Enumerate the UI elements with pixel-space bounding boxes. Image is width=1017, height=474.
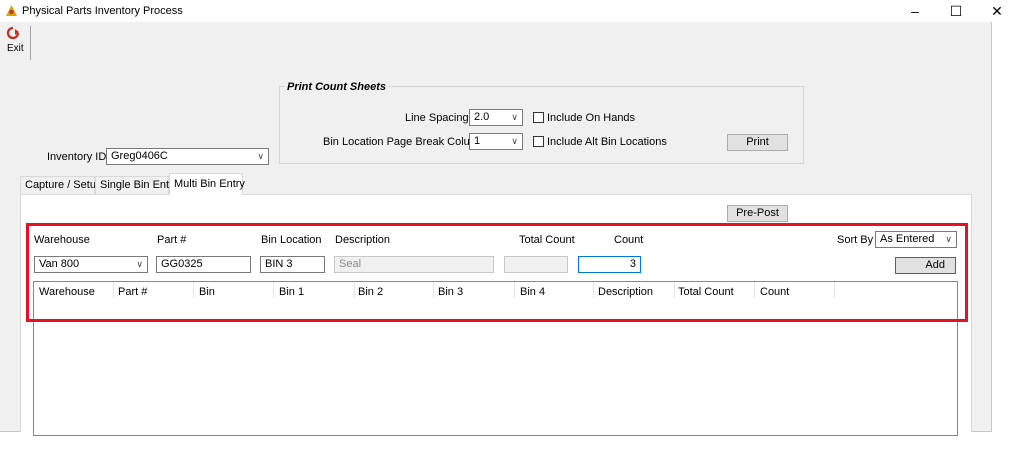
inventory-id-label: Inventory ID bbox=[47, 151, 107, 163]
minimize-button[interactable]: – bbox=[895, 0, 935, 22]
page-break-value: 1 bbox=[474, 135, 481, 147]
exit-label: Exit bbox=[7, 43, 24, 54]
inventory-id-select[interactable]: Greg0406C ∨ bbox=[106, 148, 269, 165]
chevron-down-icon: ∨ bbox=[511, 112, 518, 122]
exit-icon bbox=[6, 26, 20, 40]
toolbar-divider bbox=[30, 26, 31, 60]
line-spacing-label: Line Spacing bbox=[405, 112, 469, 124]
tab-multi-bin-entry[interactable]: Multi Bin Entry bbox=[169, 173, 245, 195]
exit-button[interactable]: Exit bbox=[2, 26, 28, 56]
highlight-box bbox=[26, 223, 968, 322]
close-button[interactable]: ✕ bbox=[978, 0, 1016, 22]
page-break-select[interactable]: 1 ∨ bbox=[469, 133, 523, 150]
line-spacing-value: 2.0 bbox=[474, 111, 490, 123]
tab-capture-setup[interactable]: Capture / Setup bbox=[20, 176, 102, 194]
page-break-label: Bin Location Page Break Column bbox=[323, 136, 486, 148]
include-on-hands-checkbox[interactable] bbox=[533, 112, 544, 123]
tab-single-bin-entry[interactable]: Single Bin Entry bbox=[95, 176, 178, 194]
print-group-title: Print Count Sheets bbox=[285, 81, 389, 93]
app-icon bbox=[5, 4, 18, 17]
line-spacing-select[interactable]: 2.0 ∨ bbox=[469, 109, 523, 126]
pre-post-button[interactable]: Pre-Post bbox=[727, 205, 788, 222]
maximize-button[interactable]: ☐ bbox=[936, 0, 976, 22]
window-title: Physical Parts Inventory Process bbox=[22, 5, 183, 17]
chevron-down-icon: ∨ bbox=[257, 151, 264, 161]
include-on-hands-label: Include On Hands bbox=[547, 112, 636, 124]
inventory-id-value: Greg0406C bbox=[111, 150, 168, 162]
include-alt-bins-checkbox[interactable] bbox=[533, 136, 544, 147]
chevron-down-icon: ∨ bbox=[511, 136, 518, 146]
include-alt-bins-label: Include Alt Bin Locations bbox=[547, 136, 667, 148]
print-count-sheets-group bbox=[279, 86, 804, 164]
print-button[interactable]: Print bbox=[727, 134, 788, 151]
